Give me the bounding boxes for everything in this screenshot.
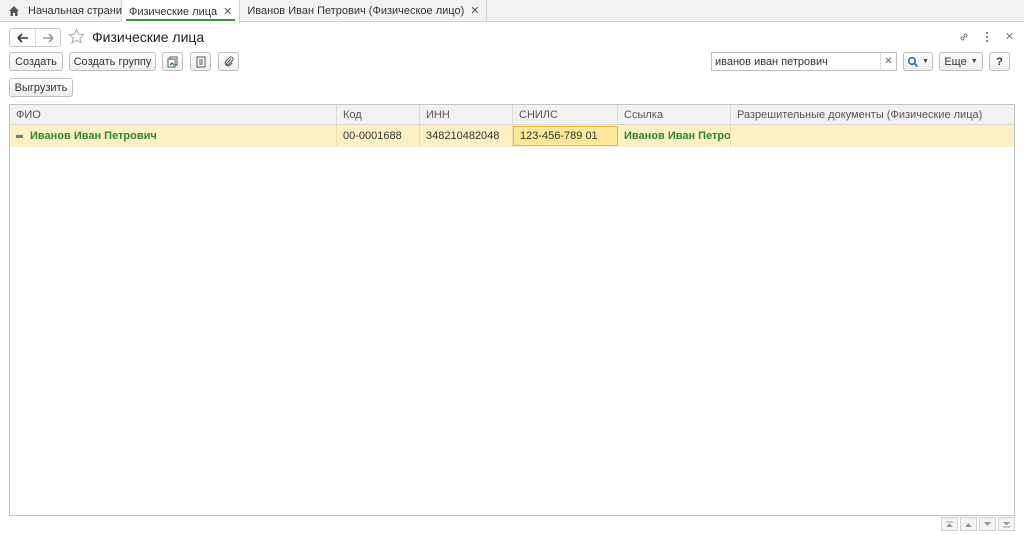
- column-header-inn[interactable]: ИНН: [420, 105, 513, 125]
- link-icon[interactable]: [957, 30, 970, 43]
- close-icon[interactable]: ✕: [223, 5, 232, 18]
- more-button[interactable]: Еще ▼: [939, 52, 983, 71]
- column-header-fio[interactable]: ФИО: [10, 105, 337, 125]
- first-page-button[interactable]: [941, 517, 958, 531]
- search-box: ✕: [711, 52, 897, 71]
- arrow-right-icon: [43, 32, 54, 43]
- cell-permits[interactable]: [731, 125, 1014, 147]
- create-group-button[interactable]: Создать группу: [69, 52, 156, 71]
- attach-button[interactable]: [218, 52, 239, 71]
- form-header: Физические лица ✕: [0, 22, 1024, 50]
- search-button[interactable]: ▼: [903, 52, 933, 71]
- prev-page-button[interactable]: [960, 517, 977, 531]
- table-header: ФИО Код ИНН СНИЛС Ссылка Разрешительные …: [10, 105, 1014, 125]
- last-page-button[interactable]: [998, 517, 1015, 531]
- arrow-left-icon: [16, 32, 28, 43]
- search-icon: [907, 56, 919, 67]
- list-button[interactable]: [190, 52, 211, 71]
- close-form-icon[interactable]: ✕: [1003, 30, 1016, 43]
- cell-snils[interactable]: 123-456-789 01: [513, 126, 618, 146]
- next-page-button[interactable]: [979, 517, 996, 531]
- close-icon[interactable]: ✕: [470, 4, 479, 17]
- home-icon: [8, 5, 20, 17]
- more-vertical-icon[interactable]: [980, 30, 993, 43]
- tab-individuals[interactable]: Физические лица ✕: [122, 0, 241, 23]
- nav-buttons: [9, 28, 61, 47]
- tab-label: Иванов Иван Петрович (Физическое лицо): [247, 4, 465, 17]
- search-input[interactable]: [712, 55, 880, 68]
- back-button[interactable]: [10, 29, 35, 46]
- favorite-star-icon[interactable]: [68, 28, 85, 45]
- individuals-table[interactable]: ФИО Код ИНН СНИЛС Ссылка Разрешительные …: [9, 104, 1015, 516]
- tab-individual-card[interactable]: Иванов Иван Петрович (Физическое лицо) ✕: [240, 0, 488, 21]
- column-header-permits[interactable]: Разрешительные документы (Физические лиц…: [731, 105, 1014, 125]
- down-icon: [984, 521, 991, 526]
- export-button[interactable]: Выгрузить: [9, 78, 73, 97]
- copy-button[interactable]: [162, 52, 183, 71]
- cell-fio[interactable]: Иванов Иван Петрович: [10, 125, 337, 147]
- help-button[interactable]: ?: [989, 52, 1010, 71]
- column-header-link[interactable]: Ссылка: [618, 105, 731, 125]
- copy-doc-icon: [167, 56, 177, 67]
- tab-strip: Начальная страница Физические лица ✕ Ива…: [0, 0, 1024, 23]
- column-header-code[interactable]: Код: [337, 105, 420, 125]
- more-label: Еще: [944, 55, 967, 68]
- header-icons: ✕: [957, 30, 1016, 43]
- tab-home[interactable]: Начальная страница: [0, 0, 134, 21]
- chevron-down-icon: ▼: [970, 58, 978, 65]
- table-navigation: [941, 517, 1015, 531]
- row-marker-icon: [16, 134, 23, 138]
- up-icon: [965, 522, 972, 527]
- tab-label: Физические лица: [129, 5, 218, 18]
- cell-code[interactable]: 00-0001688: [337, 125, 420, 147]
- paperclip-icon: [224, 55, 234, 66]
- column-header-snils[interactable]: СНИЛС: [513, 105, 618, 125]
- fio-text: Иванов Иван Петрович: [30, 130, 157, 142]
- forward-button[interactable]: [35, 29, 60, 46]
- tab-label: Начальная страница: [28, 4, 135, 17]
- last-icon: [1003, 521, 1010, 527]
- chevron-down-icon: ▼: [922, 58, 929, 65]
- create-button[interactable]: Создать: [9, 52, 63, 71]
- first-icon: [946, 521, 953, 527]
- list-doc-icon: [196, 56, 205, 67]
- cell-inn[interactable]: 348210482048: [420, 125, 513, 147]
- page-title: Физические лица: [92, 29, 205, 45]
- cell-link[interactable]: Иванов Иван Петрович: [618, 125, 731, 147]
- clear-search-icon[interactable]: ✕: [880, 53, 896, 70]
- table-row[interactable]: Иванов Иван Петрович 00-0001688 34821048…: [10, 125, 1014, 147]
